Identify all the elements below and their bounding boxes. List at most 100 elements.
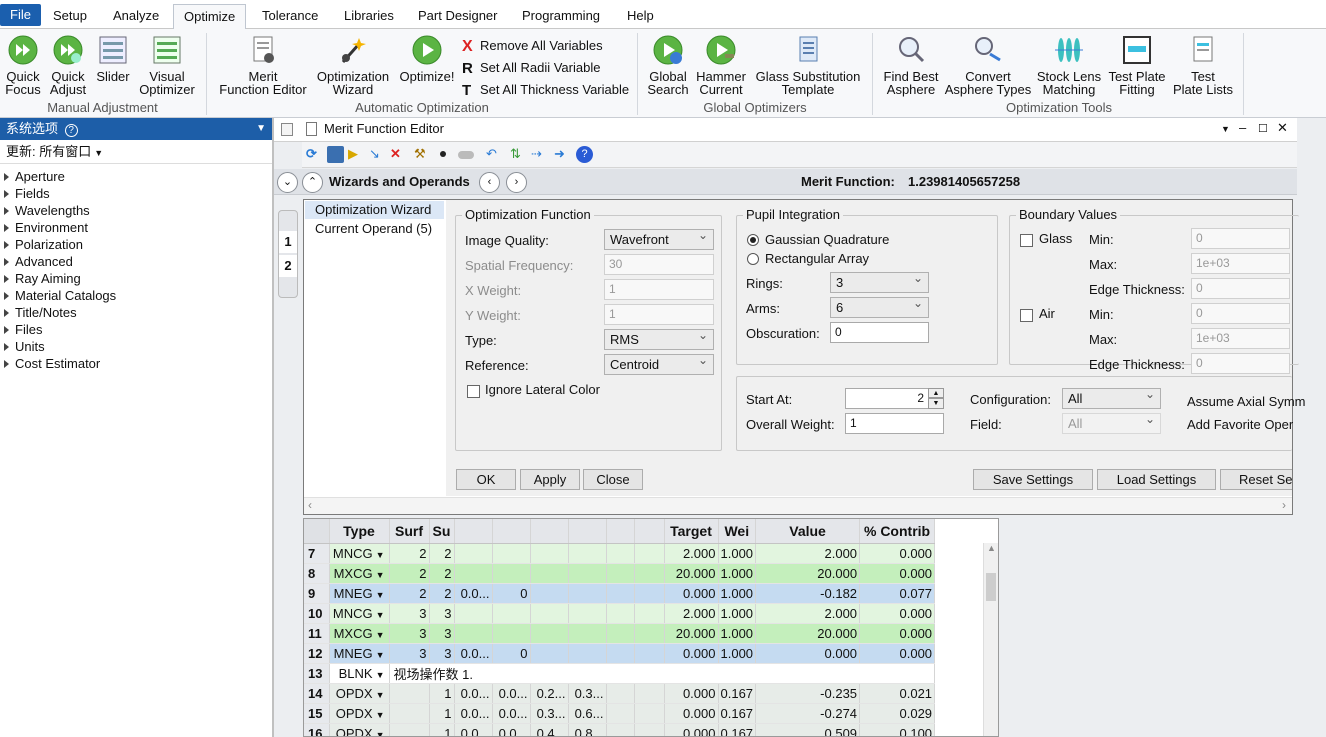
param-cell[interactable]: [634, 643, 665, 664]
update-selector[interactable]: 更新: 所有窗口 ▼: [0, 140, 272, 164]
param-cell[interactable]: 0.0...: [454, 583, 493, 604]
value-cell[interactable]: 2.000: [755, 603, 861, 624]
param-cell[interactable]: [606, 603, 635, 624]
menu-libraries[interactable]: Libraries: [334, 4, 404, 29]
param-cell[interactable]: [530, 583, 569, 604]
col-header-surf2[interactable]: Su: [429, 519, 455, 544]
param-cell[interactable]: 1: [429, 703, 455, 724]
param-cell[interactable]: [606, 623, 635, 644]
apply-button[interactable]: Apply: [520, 469, 580, 490]
reference-select[interactable]: Centroid: [604, 351, 714, 375]
vertical-scrollbar[interactable]: ▲: [983, 543, 998, 736]
param-cell[interactable]: [530, 543, 569, 564]
insert-icon[interactable]: ↘: [369, 146, 386, 163]
visual-optimizer-button[interactable]: Visual Optimizer: [137, 34, 197, 96]
param-cell[interactable]: 1: [429, 723, 455, 736]
remove-all-variables-button[interactable]: X Remove All Variables: [462, 35, 629, 57]
value-cell[interactable]: 0.509: [755, 723, 861, 736]
col-header-blank[interactable]: [454, 519, 493, 544]
param-cell[interactable]: 0: [492, 643, 531, 664]
nav-optimization-wizard[interactable]: Optimization Wizard: [305, 201, 444, 219]
table-row[interactable]: 12 MNEG ▼ 3 3 0.0... 0 0.000 1.000 0.000 0.000: [304, 643, 936, 664]
tree-item-polarization[interactable]: Polarization: [0, 236, 272, 253]
param-cell[interactable]: [492, 543, 531, 564]
next-icon[interactable]: ➜: [554, 146, 571, 163]
tree-item-advanced[interactable]: Advanced: [0, 253, 272, 270]
param-cell[interactable]: [492, 563, 531, 584]
chevron-down-icon[interactable]: ▼: [376, 590, 385, 600]
ok-button[interactable]: OK: [456, 469, 516, 490]
tree-item-units[interactable]: Units: [0, 338, 272, 355]
param-cell[interactable]: [634, 603, 665, 624]
param-cell[interactable]: 3: [389, 643, 430, 664]
operand-type-cell[interactable]: MNEG ▼: [329, 583, 390, 604]
param-cell[interactable]: [634, 563, 665, 584]
param-cell[interactable]: 0.0...: [454, 723, 493, 736]
chevron-down-icon[interactable]: ▼: [376, 570, 385, 580]
param-cell[interactable]: [606, 703, 635, 724]
contrib-cell[interactable]: 0.000: [859, 603, 936, 624]
param-cell[interactable]: [568, 623, 607, 644]
menu-analyze[interactable]: Analyze: [103, 4, 169, 29]
weight-cell[interactable]: 1.000: [718, 563, 757, 584]
reset-settings-button[interactable]: Reset Set: [1220, 469, 1292, 490]
param-cell[interactable]: 0.4...: [530, 723, 569, 736]
start-at-field[interactable]: 2: [845, 388, 929, 409]
param-cell[interactable]: 2: [389, 563, 430, 584]
param-cell[interactable]: [530, 603, 569, 624]
chevron-up-icon[interactable]: ⌃: [302, 172, 323, 193]
weight-cell[interactable]: 1.000: [718, 623, 757, 644]
param-cell[interactable]: 0: [492, 583, 531, 604]
param-cell[interactable]: 3: [389, 623, 430, 644]
col-header-contrib[interactable]: % Contrib: [859, 519, 936, 544]
glass-substitution-template-button[interactable]: Glass Substitution Template: [752, 34, 864, 96]
air-min-field[interactable]: 0: [1191, 303, 1290, 324]
glass-checkbox[interactable]: [1020, 234, 1033, 247]
col-header-blank[interactable]: [492, 519, 531, 544]
col-header-blank[interactable]: [634, 519, 665, 544]
param-cell[interactable]: 2: [389, 583, 430, 604]
rings-select[interactable]: 3: [830, 269, 929, 293]
param-cell[interactable]: [634, 723, 665, 736]
row-number[interactable]: 13: [304, 663, 330, 684]
tree-item-ray-aiming[interactable]: Ray Aiming: [0, 270, 272, 287]
target-cell[interactable]: 20.000: [664, 563, 719, 584]
param-cell[interactable]: 0.0...: [454, 683, 493, 704]
target-cell[interactable]: 0.000: [664, 703, 719, 724]
save-settings-button[interactable]: Save Settings: [973, 469, 1093, 490]
param-cell[interactable]: 0.6...: [568, 703, 607, 724]
param-cell[interactable]: 0.2...: [530, 683, 569, 704]
delete-icon[interactable]: ✕: [390, 146, 407, 163]
undo-icon[interactable]: ↶: [486, 146, 503, 163]
target-cell[interactable]: 0.000: [664, 583, 719, 604]
value-cell[interactable]: 20.000: [755, 563, 861, 584]
param-cell[interactable]: [530, 643, 569, 664]
param-cell[interactable]: [606, 683, 635, 704]
param-cell[interactable]: [606, 643, 635, 664]
param-cell[interactable]: [568, 603, 607, 624]
contrib-cell[interactable]: 0.021: [859, 683, 936, 704]
table-row[interactable]: 10 MNCG ▼ 3 3 2.000 1.000 2.000 0.000: [304, 603, 936, 624]
image-quality-select[interactable]: Wavefront: [604, 226, 714, 250]
param-cell[interactable]: [634, 623, 665, 644]
menu-optimize[interactable]: Optimize: [173, 4, 247, 29]
param-cell[interactable]: [454, 563, 493, 584]
chevron-right-icon[interactable]: ›: [506, 172, 527, 193]
param-cell[interactable]: [606, 563, 635, 584]
tree-item-cost-estimator[interactable]: Cost Estimator: [0, 355, 272, 372]
wizard-icon[interactable]: ⚒: [414, 146, 431, 163]
spin-down-icon[interactable]: ▼: [928, 398, 944, 409]
param-cell[interactable]: 0.3...: [530, 703, 569, 724]
col-header-surf[interactable]: Surf: [389, 519, 430, 544]
glass-max-field[interactable]: 1e+03: [1191, 253, 1290, 274]
row-number[interactable]: 16: [304, 723, 330, 736]
param-cell[interactable]: [492, 623, 531, 644]
param-cell[interactable]: [634, 543, 665, 564]
rectangular-array-radio[interactable]: [747, 253, 759, 265]
param-cell[interactable]: [568, 563, 607, 584]
chevron-down-icon[interactable]: ▼: [376, 670, 385, 680]
air-edge-field[interactable]: 0: [1191, 353, 1290, 374]
param-cell[interactable]: 0.0...: [492, 703, 531, 724]
param-cell[interactable]: [530, 623, 569, 644]
operand-type-cell[interactable]: BLNK ▼: [329, 663, 390, 684]
